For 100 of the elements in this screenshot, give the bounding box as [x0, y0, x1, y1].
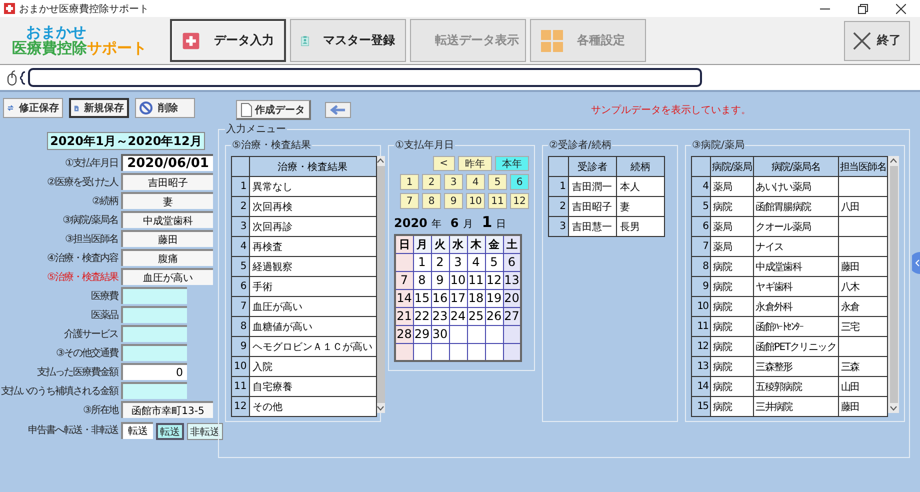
- month-button[interactable]: 9: [444, 193, 463, 209]
- back-button[interactable]: [325, 102, 351, 118]
- table-cell[interactable]: 病院: [710, 316, 754, 336]
- scroll-up-icon[interactable]: [890, 158, 898, 163]
- table-cell[interactable]: 本人: [616, 176, 664, 196]
- table-cell[interactable]: 五稜郭病院: [753, 376, 839, 396]
- create-data-button[interactable]: 作成データ: [236, 100, 311, 120]
- table-cell[interactable]: 函館PETクリニック: [753, 336, 839, 356]
- year-nav-button[interactable]: 本年: [495, 156, 529, 171]
- year-nav-button[interactable]: <: [432, 156, 455, 171]
- text-field[interactable]: 函館市幸町13-5: [121, 401, 213, 418]
- month-button[interactable]: 1: [400, 174, 419, 190]
- text-field[interactable]: 腹痛: [121, 249, 213, 266]
- month-button[interactable]: 8: [422, 193, 441, 209]
- calendar-day[interactable]: 27: [503, 307, 521, 325]
- month-button[interactable]: 7: [400, 193, 419, 209]
- table-cell[interactable]: あいけい薬局: [753, 176, 839, 196]
- calendar-day[interactable]: 28: [395, 325, 413, 343]
- scrollbar[interactable]: [888, 156, 899, 413]
- table-cell[interactable]: 病院: [710, 276, 754, 296]
- calendar-day[interactable]: 20: [503, 289, 521, 307]
- scroll-down-icon[interactable]: [377, 406, 384, 411]
- table-cell[interactable]: 吉田昭子: [568, 196, 616, 216]
- restore-icon[interactable]: [858, 4, 868, 14]
- table-cell[interactable]: ヘモグロビンＡ１Ｃが高い: [249, 336, 376, 356]
- table-cell[interactable]: 病院: [710, 256, 754, 276]
- month-button[interactable]: 5: [488, 174, 507, 190]
- calendar-day[interactable]: 14: [395, 289, 413, 307]
- calendar-day[interactable]: 13: [503, 271, 521, 289]
- transfer-option-button[interactable]: 転送: [156, 423, 184, 440]
- table-cell[interactable]: 三森整形: [753, 356, 839, 376]
- amount-field[interactable]: [121, 287, 187, 304]
- month-button[interactable]: 12: [510, 193, 529, 209]
- date-field[interactable]: 2020/06/01: [121, 154, 213, 171]
- transfer-field[interactable]: 転送: [121, 422, 153, 438]
- month-button[interactable]: 11: [488, 193, 507, 209]
- table-cell[interactable]: ヤギ歯科: [753, 276, 839, 296]
- action-button[interactable]: 削除: [135, 98, 195, 118]
- table-cell[interactable]: 次回再診: [249, 216, 376, 236]
- table-cell[interactable]: 妻: [616, 196, 664, 216]
- table-cell[interactable]: 血圧が高い: [249, 296, 376, 316]
- table-cell[interactable]: 自宅療養: [249, 376, 376, 396]
- calendar-day[interactable]: 21: [395, 307, 413, 325]
- amount-field[interactable]: [121, 344, 187, 361]
- table-cell[interactable]: その他: [249, 396, 376, 416]
- side-tab-icon[interactable]: [912, 252, 920, 274]
- text-field[interactable]: 妻: [121, 192, 213, 209]
- table-cell[interactable]: 病院: [710, 296, 754, 316]
- table-cell[interactable]: 永倉外科: [753, 296, 839, 316]
- text-field[interactable]: 血圧が高い: [121, 268, 213, 285]
- scroll-thumb[interactable]: [890, 166, 898, 403]
- month-button[interactable]: 10: [466, 193, 485, 209]
- table-cell[interactable]: 函館胃腸病院: [753, 196, 839, 216]
- table-cell[interactable]: 三井病院: [753, 396, 839, 416]
- scroll-down-icon[interactable]: [890, 406, 898, 411]
- table-cell[interactable]: ナイス: [753, 236, 839, 256]
- table-cell[interactable]: 次回再検: [249, 196, 376, 216]
- weekday-header: 日: [395, 235, 413, 253]
- month-button[interactable]: 2: [422, 174, 441, 190]
- close-icon[interactable]: [896, 4, 906, 14]
- calendar-day[interactable]: 7: [395, 271, 413, 289]
- table-cell[interactable]: 吉田潤一: [568, 176, 616, 196]
- toolbar-button[interactable]: マスター登録: [290, 19, 406, 62]
- table-cell[interactable]: 薬局: [710, 176, 754, 196]
- month-button[interactable]: 3: [444, 174, 463, 190]
- scroll-up-icon[interactable]: [377, 158, 384, 163]
- table-cell[interactable]: 再検査: [249, 236, 376, 256]
- text-field[interactable]: 吉田昭子: [121, 173, 213, 190]
- table-cell[interactable]: クオール薬局: [753, 216, 839, 236]
- table-cell[interactable]: 薬局: [710, 216, 754, 236]
- table-cell[interactable]: 薬局: [710, 236, 754, 256]
- calendar-day[interactable]: 6: [503, 253, 521, 271]
- table-cell[interactable]: 病院: [710, 336, 754, 356]
- table-cell[interactable]: 病院: [710, 376, 754, 396]
- table-cell[interactable]: 吉田慧一: [568, 216, 616, 236]
- text-field[interactable]: 中成堂歯科: [121, 211, 213, 228]
- table-cell[interactable]: 函館ﾊｰﾄｾﾝﾀｰ: [753, 316, 839, 336]
- table-cell[interactable]: 入院: [249, 356, 376, 376]
- table-cell[interactable]: 病院: [710, 356, 754, 376]
- table-cell[interactable]: 異常なし: [249, 176, 376, 196]
- action-button[interactable]: 修正保存: [3, 98, 63, 118]
- table-cell[interactable]: 病院: [710, 396, 754, 416]
- amount-field[interactable]: [121, 382, 187, 399]
- action-button[interactable]: 新規保存: [69, 98, 129, 118]
- year-nav-button[interactable]: 昨年: [458, 156, 492, 171]
- amount-field[interactable]: [121, 325, 187, 342]
- amount-field[interactable]: [121, 306, 187, 323]
- amount-field[interactable]: 0: [121, 363, 187, 380]
- table-cell[interactable]: 病院: [710, 196, 754, 216]
- table-cell[interactable]: 経過観察: [249, 256, 376, 276]
- month-button[interactable]: 4: [466, 174, 485, 190]
- table-cell[interactable]: 長男: [616, 216, 664, 236]
- toolbar-button[interactable]: データ入力: [170, 19, 286, 62]
- table-cell[interactable]: 中成堂歯科: [753, 256, 839, 276]
- month-button[interactable]: 6: [510, 174, 529, 190]
- exit-button[interactable]: 終了: [844, 20, 910, 60]
- calendar-cell: [413, 343, 431, 361]
- table-cell[interactable]: 血糖値が高い: [249, 316, 376, 336]
- table-cell[interactable]: 手術: [249, 276, 376, 296]
- text-field[interactable]: 藤田: [121, 230, 213, 247]
